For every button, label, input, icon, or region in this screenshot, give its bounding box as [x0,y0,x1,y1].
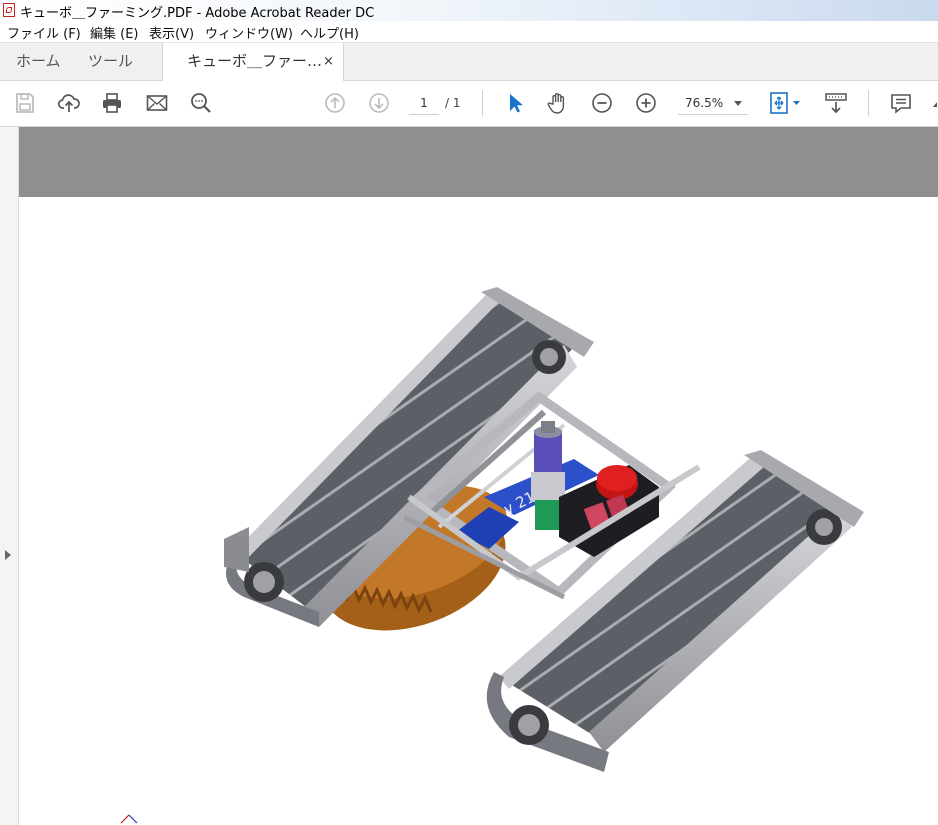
robot-3d-model: y 21 [224,287,864,772]
fit-page-icon[interactable] [768,91,804,115]
zoom-select[interactable]: 76.5% [678,92,748,115]
close-tab-icon[interactable]: × [323,43,334,80]
email-icon[interactable] [145,91,169,115]
toolbar-divider [868,90,869,116]
scroll-mode-icon[interactable] [824,91,848,115]
cloud-upload-icon[interactable] [57,91,81,115]
menu-bar: ファイル (F) 編集 (E) 表示(V) ウィンドウ(W) ヘルプ(H) [0,21,938,43]
window-title: キューボ＿ファーミング.PDF - Adobe Acrobat Reader D… [20,6,375,21]
tab-document-label: キューボ＿ファー… [187,52,323,70]
select-cursor-icon[interactable] [503,91,527,115]
left-panel-rail [0,127,19,825]
tab-home[interactable]: ホーム [16,43,61,80]
page-number-input[interactable]: 1 [409,92,439,115]
chevron-down-icon [734,101,742,106]
toolbar: 1 / 1 76.5% [0,81,938,127]
window-title-bar: キューボ＿ファーミング.PDF - Adobe Acrobat Reader D… [0,0,938,22]
menu-help[interactable]: ヘルプ(H) [300,23,359,42]
page-total: / 1 [445,96,461,110]
print-icon[interactable] [100,91,124,115]
zoom-value: 76.5% [685,96,724,110]
tab-bar: ホーム ツール キューボ＿ファー… × [0,43,938,81]
menu-window[interactable]: ウィンドウ(W) [205,23,293,42]
next-page-icon[interactable] [367,91,391,115]
tab-tools[interactable]: ツール [88,43,133,80]
menu-file[interactable]: ファイル (F) [7,23,81,42]
document-background [19,127,938,197]
menu-edit[interactable]: 編集 (E) [90,23,139,42]
axis-triad-icon [120,814,138,824]
zoom-out-icon[interactable] [590,91,614,115]
zoom-in-icon[interactable] [634,91,658,115]
comment-icon[interactable] [889,91,913,115]
pdf-page: y 21 [19,197,938,825]
prev-page-icon[interactable] [323,91,347,115]
menu-view[interactable]: 表示(V) [149,23,194,42]
expand-panel-icon[interactable] [5,550,11,560]
search-icon[interactable] [189,91,213,115]
save-icon[interactable] [13,91,37,115]
more-tools-icon[interactable] [928,91,938,115]
tab-document[interactable]: キューボ＿ファー… × [162,43,344,81]
toolbar-divider [482,90,483,116]
hand-icon[interactable] [546,91,570,115]
acrobat-app-icon [3,3,15,17]
